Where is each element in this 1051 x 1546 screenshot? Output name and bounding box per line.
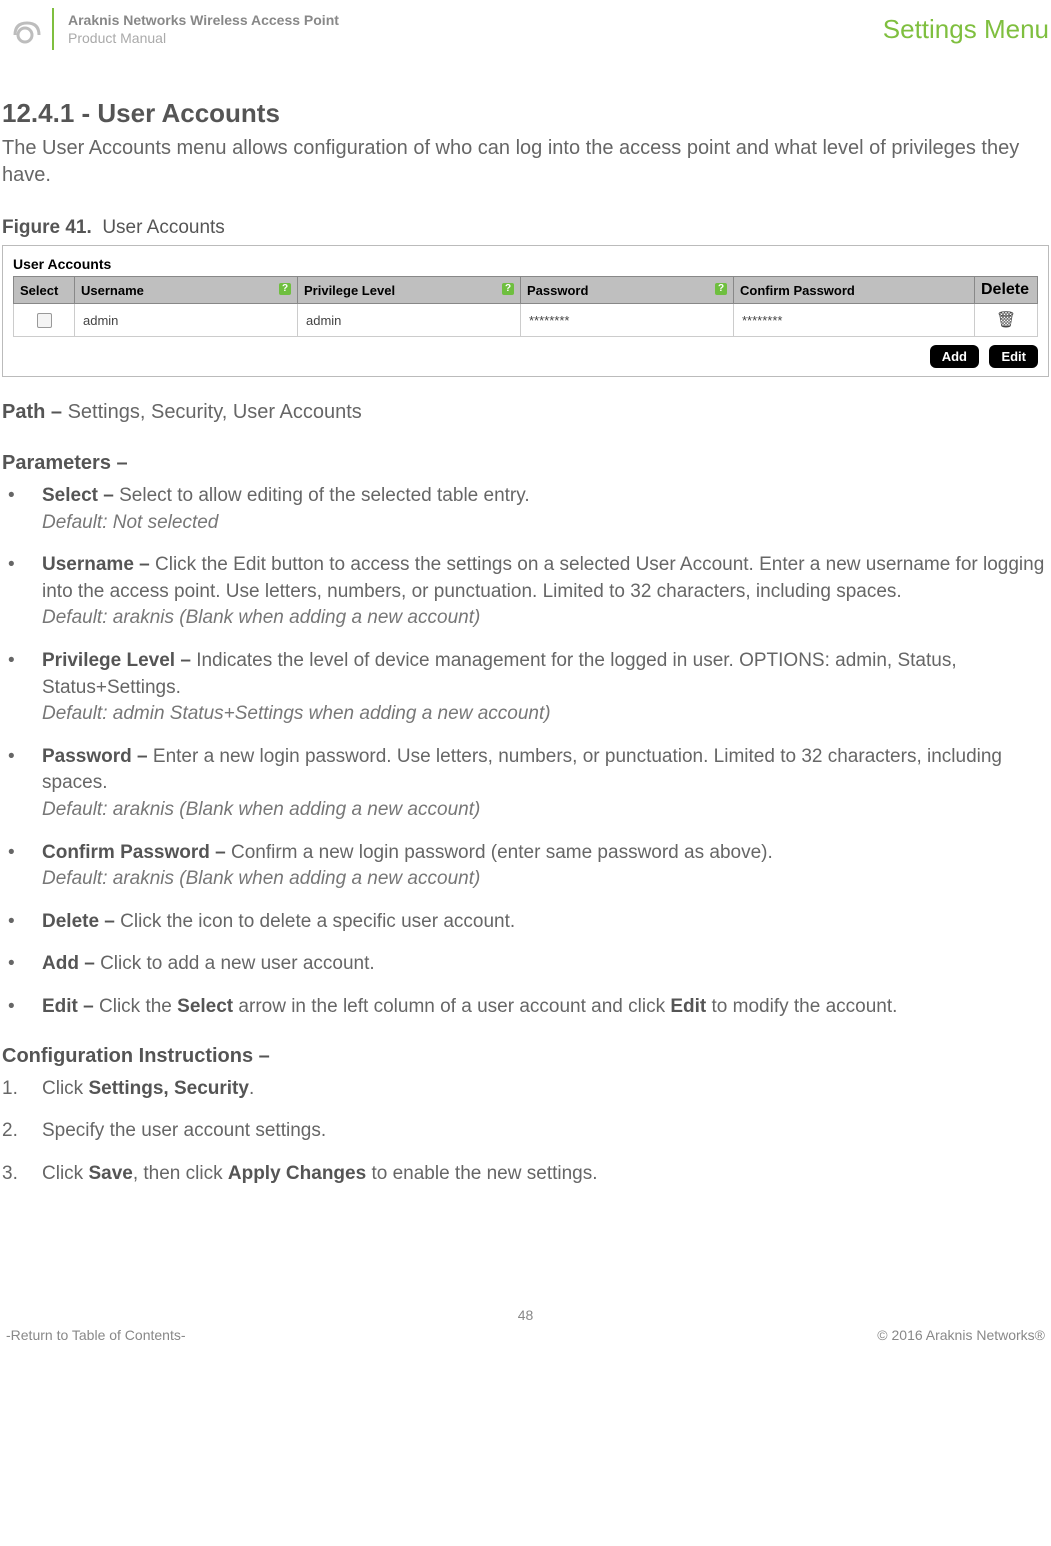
param-select: Select – Select to allow editing of the …	[2, 483, 1049, 536]
param-edit: Edit – Click the Select arrow in the lef…	[2, 994, 1049, 1021]
row-delete-icon[interactable]: 🗑	[975, 304, 1038, 337]
user-accounts-screenshot: User Accounts Select Username? Privilege…	[2, 245, 1049, 377]
add-button[interactable]: Add	[930, 345, 979, 368]
return-to-toc-link[interactable]: -Return to Table of Contents-	[6, 1327, 186, 1343]
instruction-step-1: Click Settings, Security.	[2, 1076, 1049, 1103]
brand-logo-icon	[4, 8, 46, 50]
product-subtitle: Product Manual	[68, 29, 339, 47]
section-title: 12.4.1 - User Accounts	[2, 98, 1049, 129]
header-divider	[52, 8, 54, 50]
param-username: Username – Click the Edit button to acce…	[2, 552, 1049, 632]
row-password: ********	[521, 304, 734, 337]
col-delete: Delete	[975, 277, 1038, 304]
section-intro: The User Accounts menu allows configurat…	[2, 135, 1049, 189]
col-select: Select	[14, 277, 75, 304]
settings-menu-link[interactable]: Settings Menu	[883, 14, 1051, 45]
param-password: Password – Enter a new login password. U…	[2, 744, 1049, 824]
page-number: 48	[0, 1307, 1051, 1323]
header-titles: Araknis Networks Wireless Access Point P…	[68, 11, 339, 47]
user-accounts-table: Select Username? Privilege Level? Passwo…	[13, 276, 1038, 337]
param-confirm: Confirm Password – Confirm a new login p…	[2, 840, 1049, 893]
page-footer: 48 -Return to Table of Contents- © 2016 …	[0, 1307, 1051, 1353]
path-value: Settings, Security, User Accounts	[68, 401, 362, 423]
row-select-checkbox[interactable]	[14, 304, 75, 337]
param-delete: Delete – Click the icon to delete a spec…	[2, 909, 1049, 936]
parameters-list: Select – Select to allow editing of the …	[2, 483, 1049, 1021]
col-confirm: Confirm Password	[734, 277, 975, 304]
instructions-list: Click Settings, Security. Specify the us…	[2, 1076, 1049, 1188]
button-row: Add Edit	[13, 345, 1038, 368]
header-left: Araknis Networks Wireless Access Point P…	[0, 8, 339, 50]
param-add: Add – Click to add a new user account.	[2, 951, 1049, 978]
path-label: Path –	[2, 401, 62, 423]
path-line: Path – Settings, Security, User Accounts	[2, 401, 1049, 424]
row-username: admin	[75, 304, 298, 337]
instruction-step-3: Click Save, then click Apply Changes to …	[2, 1161, 1049, 1188]
page-content: 12.4.1 - User Accounts The User Accounts…	[0, 98, 1051, 1187]
help-icon[interactable]: ?	[715, 283, 727, 295]
page-header: Araknis Networks Wireless Access Point P…	[0, 0, 1051, 58]
edit-button[interactable]: Edit	[989, 345, 1038, 368]
figure-caption: Figure 41. User Accounts	[2, 217, 1049, 239]
help-icon[interactable]: ?	[279, 283, 291, 295]
row-privilege: admin	[298, 304, 521, 337]
copyright-text: © 2016 Araknis Networks®	[877, 1327, 1045, 1343]
figure-title: User Accounts	[102, 217, 225, 238]
table-row: admin admin ******** ******** 🗑	[14, 304, 1038, 337]
instruction-step-2: Specify the user account settings.	[2, 1118, 1049, 1145]
help-icon[interactable]: ?	[502, 283, 514, 295]
figure-number: Figure 41.	[2, 217, 92, 238]
col-password: Password?	[521, 277, 734, 304]
instructions-heading: Configuration Instructions –	[2, 1045, 1049, 1068]
panel-title: User Accounts	[13, 256, 1038, 272]
col-privilege: Privilege Level?	[298, 277, 521, 304]
parameters-heading: Parameters –	[2, 452, 1049, 475]
col-username: Username?	[75, 277, 298, 304]
row-confirm: ********	[734, 304, 975, 337]
product-title: Araknis Networks Wireless Access Point	[68, 11, 339, 29]
trash-icon[interactable]: 🗑	[996, 312, 1016, 329]
param-privilege: Privilege Level – Indicates the level of…	[2, 648, 1049, 728]
